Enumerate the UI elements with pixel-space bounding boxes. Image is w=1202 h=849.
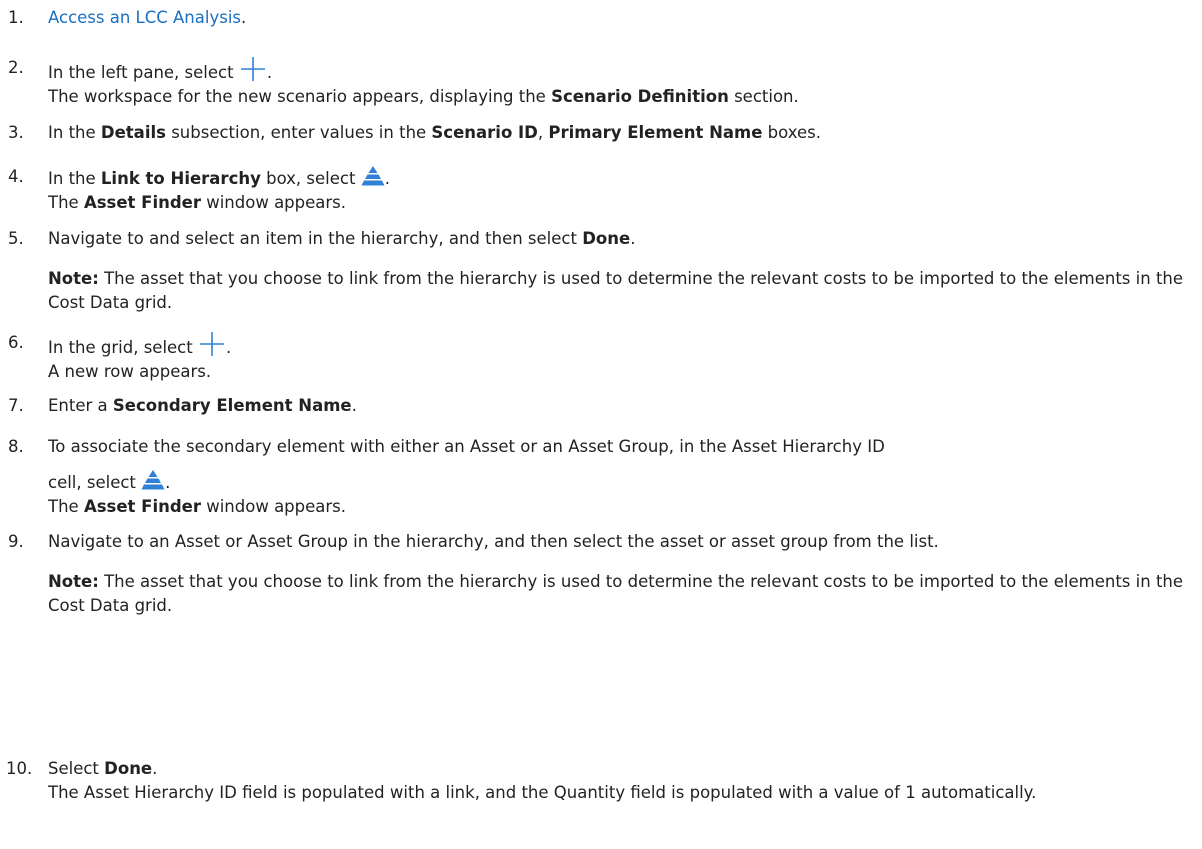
hierarchy-pyramid-icon — [141, 470, 165, 490]
hierarchy-pyramid-icon — [361, 166, 385, 186]
note: Note: The asset that you choose to link … — [48, 572, 1184, 615]
step-number: 3. — [8, 123, 24, 142]
step-number: 1. — [8, 8, 24, 27]
step-number: 2. — [8, 58, 24, 77]
step-number: 9. — [8, 532, 24, 551]
step-number: 8. — [8, 437, 24, 456]
procedure-document: 1. Access an LCC Analysis. 2. In the lef… — [0, 0, 1202, 849]
access-lcc-analysis-link[interactable]: Access an LCC Analysis — [48, 8, 241, 27]
plus-icon — [199, 332, 224, 356]
step-number: 5. — [8, 229, 24, 248]
note: Note: The asset that you choose to link … — [48, 269, 1184, 312]
step-number: 6. — [8, 333, 24, 352]
step-number: 10. — [6, 759, 33, 778]
step-number: 7. — [8, 396, 24, 415]
plus-icon — [240, 57, 265, 81]
step-number: 4. — [8, 167, 24, 186]
